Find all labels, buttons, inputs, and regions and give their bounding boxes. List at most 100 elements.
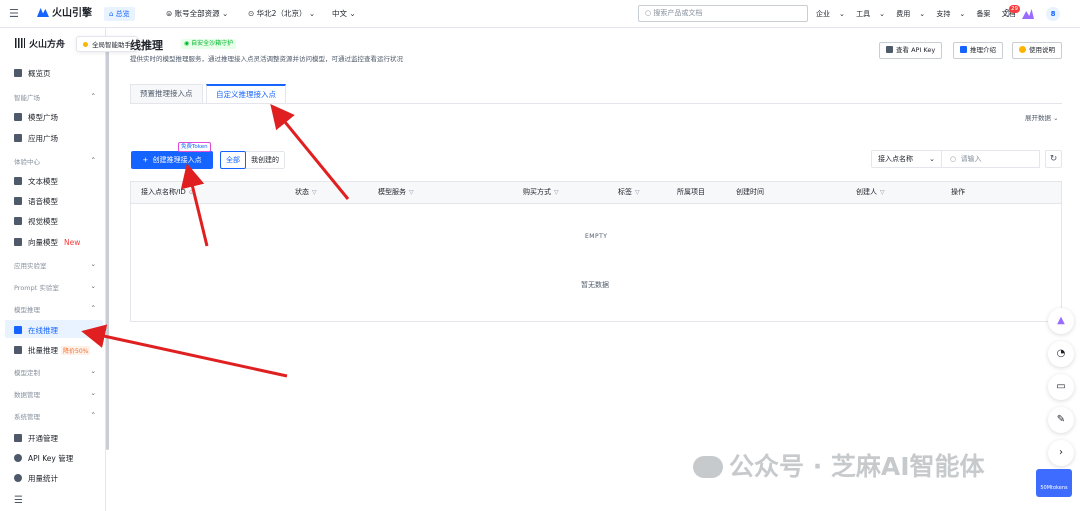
sidebar-item-text-model[interactable]: 文本模型 (14, 176, 58, 187)
overview-button[interactable]: ⌂ 总览 (104, 7, 135, 21)
column-header[interactable]: 购买方式 ▽ (523, 182, 559, 203)
support-icon[interactable]: ◔ (1048, 341, 1074, 367)
table-search-input[interactable]: ○ 请输入 (941, 150, 1040, 168)
sidebar-group-customize[interactable]: 模型定制 ⌄ (14, 367, 100, 377)
dashboard-icon (14, 69, 22, 77)
tab-custom-endpoints[interactable]: 自定义推理接入点 (206, 84, 286, 104)
doc-icon (960, 46, 967, 53)
nav-tools[interactable]: 工具 ⌄ (856, 10, 885, 18)
sidebar-group-data[interactable]: 数据管理 ⌄ (14, 389, 100, 399)
filter-icon: ▽ (409, 189, 414, 196)
usage-guide-button[interactable]: 使用说明 (1012, 42, 1062, 59)
watermark: 公众号 · 芝麻AI智能体 (693, 447, 985, 483)
column-header[interactable]: 创建人 ▽ (856, 182, 885, 203)
sidebar-scrollbar[interactable] (106, 40, 109, 450)
volcano-logo-icon (37, 8, 49, 17)
top-nav: 企业 ⌄ 工具 ⌄ 费用 ⌄ 支持 ⌄ 备案 文档 (816, 0, 1025, 28)
tab-preset-endpoints[interactable]: 预置推理接入点 (130, 84, 203, 104)
region-selector[interactable]: ⊙ 华北2（北京） ⌄ (248, 0, 315, 28)
sidebar-item-vision-model[interactable]: 视觉模型 (14, 216, 58, 227)
menu-icon[interactable]: ☰ (9, 0, 19, 28)
sidebar-item-usage[interactable]: 用量统计 (14, 473, 58, 484)
sidebar-item-activation[interactable]: 开通管理 (14, 433, 58, 444)
bell-icon[interactable]: ♫ (1002, 0, 1011, 28)
filter-icon: ▽ (312, 189, 317, 196)
create-endpoint-button[interactable]: + 创建推理接入点 (131, 151, 213, 169)
expand-data-toggle[interactable]: 展开数据 ⌄ (1025, 112, 1059, 122)
notification-badge: 29 (1009, 5, 1020, 13)
account-selector[interactable]: ⊜ 账号全部资源 ⌄ (166, 0, 228, 28)
tab-divider (130, 103, 1062, 104)
filter-all[interactable]: 全部 (220, 151, 246, 169)
table-header: 接入点名称/ID ⊙ 状态 ▽ 模型服务 ▽ 购买方式 ▽ 标签 ▽ 所属项目 创建时间 … (131, 182, 1061, 204)
chevron-up-icon: ⌃ (90, 156, 96, 164)
shield-icon (14, 454, 22, 462)
search-input[interactable]: ○ 搜索产品或文档 (638, 5, 808, 22)
filter-icon: ▽ (635, 189, 640, 196)
nav-filing[interactable]: 备案 (976, 10, 990, 18)
field-select[interactable]: 接入点名称 ⌄ (871, 150, 942, 168)
sidebar-item-batch-inference[interactable]: 批量推理 降价50% (14, 345, 91, 356)
batch-icon (14, 346, 22, 354)
column-header[interactable]: 接入点名称/ID ⊙ (141, 182, 194, 203)
filter-icon: ▽ (880, 189, 885, 196)
nav-enterprise[interactable]: 企业 ⌄ (816, 10, 845, 18)
language-selector[interactable]: 中文 ⌄ (332, 0, 356, 28)
column-header[interactable]: 标签 ▽ (618, 182, 640, 203)
activation-icon (14, 434, 22, 442)
secure-badge: ◉ 自安全沙箱守护 (181, 39, 237, 49)
sidebar-item-overview[interactable]: 概览页 (14, 68, 51, 79)
endpoint-table: 接入点名称/ID ⊙ 状态 ▽ 模型服务 ▽ 购买方式 ▽ 标签 ▽ 所属项目 创建时间 … (130, 181, 1062, 322)
sidebar-item-voice-model[interactable]: 语音模型 (14, 196, 58, 207)
sidebar-group-app-lab[interactable]: 应用实验室 ⌄ (14, 260, 100, 270)
sidebar-group-system[interactable]: 系统管理 ⌃ (14, 411, 100, 421)
column-header: 所属项目 (677, 188, 705, 196)
book-icon[interactable]: ▭ (1048, 374, 1074, 400)
inference-intro-button[interactable]: 推理介绍 (953, 42, 1003, 59)
column-header[interactable]: 模型服务 ▽ (378, 182, 414, 203)
assistant-tooltip[interactable]: 全局智能助手 (76, 36, 138, 52)
sidebar-group-plaza[interactable]: 智能广场 ⌃ (14, 92, 100, 102)
nav-support[interactable]: 支持 ⌄ (936, 10, 965, 18)
view-api-key-button[interactable]: 查看 API Key (879, 42, 943, 59)
column-header: 创建时间 (736, 188, 764, 196)
sidebar: 火山方舟 概览页 智能广场 ⌃ 模型广场 应用广场 体验中心 ⌃ 文本模型 语音模型… (0, 28, 106, 511)
sidebar-group-experience[interactable]: 体验中心 ⌃ (14, 156, 100, 166)
feedback-icon[interactable]: ✎ (1048, 407, 1074, 433)
vector-icon (14, 238, 22, 246)
image-icon (14, 217, 22, 225)
filter-icon: ▽ (554, 189, 559, 196)
sidebar-group-prompt-lab[interactable]: Prompt 实验室 ⌄ (14, 282, 100, 292)
bulb-icon (1019, 46, 1026, 53)
sidebar-item-vector-model[interactable]: 向量模型 New (14, 237, 80, 248)
sidebar-item-app-plaza[interactable]: 应用广场 (14, 133, 58, 144)
creator-filter: 全部 我创建的 (220, 151, 285, 169)
mic-icon (14, 197, 22, 205)
sidebar-item-model-plaza[interactable]: 模型广场 (14, 112, 58, 123)
collapse-icon[interactable]: ☰ (14, 495, 23, 506)
sidebar-item-online-inference[interactable]: 在线推理 (14, 325, 58, 336)
key-icon (886, 46, 893, 53)
chevron-right-icon[interactable]: › (1048, 440, 1074, 466)
sidebar-group-inference[interactable]: 模型推理 ⌃ (14, 304, 100, 314)
app-icon (14, 134, 22, 142)
ai-assistant-icon[interactable]: ▲ (1048, 308, 1074, 334)
page-description: 提供实时的模型推理服务，通过推理接入点灵活调整资源并访问模型，可通过监控查看运行… (130, 55, 403, 63)
nav-billing[interactable]: 费用 ⌄ (896, 10, 925, 18)
avatar[interactable]: 8 (1046, 7, 1060, 21)
refresh-icon[interactable]: ↻ (1045, 150, 1062, 168)
ark-logo-icon (15, 38, 25, 48)
free-token-badge: 免费Token (178, 142, 211, 152)
column-header[interactable]: 状态 ▽ (295, 182, 317, 203)
column-header: 操作 (951, 188, 965, 196)
logo[interactable]: 火山引擎 (37, 0, 92, 28)
headset-icon (14, 474, 22, 482)
sparkle-icon (83, 42, 88, 47)
sidebar-item-api-key[interactable]: API Key 管理 (14, 453, 73, 464)
promo-badge[interactable]: 50Mtokens (1036, 469, 1072, 497)
search-icon: ○ (950, 155, 957, 163)
arrow-to-online-inference (81, 324, 288, 378)
filter-mine[interactable]: 我创建的 (246, 152, 284, 168)
brand: 火山方舟 (15, 37, 65, 50)
wechat-icon (693, 456, 723, 478)
